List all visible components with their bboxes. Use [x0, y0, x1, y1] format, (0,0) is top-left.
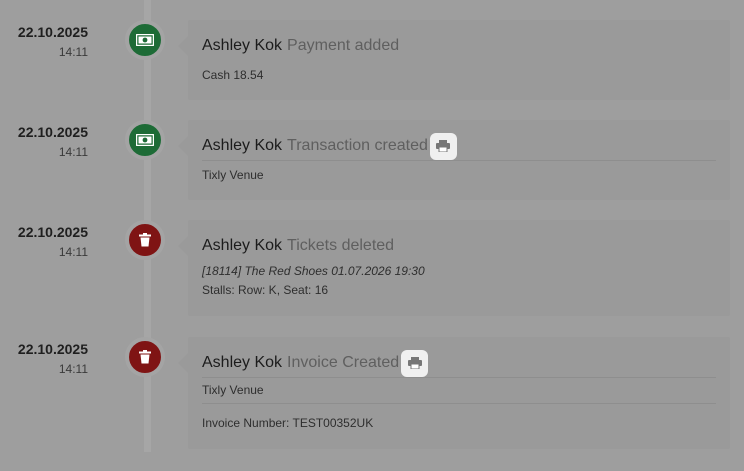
divider	[202, 403, 716, 404]
entry-detail: Tixly Venue	[202, 168, 264, 182]
printer-icon[interactable]	[401, 349, 429, 377]
entry-time: 14:11	[58, 45, 88, 59]
entry-user: Ashley Kok	[202, 137, 283, 154]
entry-action: Payment added	[287, 37, 400, 54]
entry-detail: [18114] The Red Shoes 01.07.2026 19:30	[202, 264, 425, 278]
entry-detail: Cash 18.54	[202, 68, 264, 82]
entry-detail: Stalls: Row: K, Seat: 16	[202, 283, 329, 297]
trash-icon	[125, 337, 165, 377]
entry-time: 14:11	[58, 362, 88, 376]
entry-card: Ashley Kok Transaction created Tixly Ven…	[178, 120, 730, 200]
entry-date: 22.10.2025	[17, 341, 88, 357]
entry-time: 14:11	[58, 145, 88, 159]
entry-action: Tickets deleted	[287, 237, 395, 254]
entry-action: Invoice Created	[287, 354, 400, 371]
printer-icon[interactable]	[429, 132, 457, 160]
entry-date: 22.10.2025	[17, 24, 88, 40]
entry-user: Ashley Kok	[202, 354, 283, 371]
trash-icon	[125, 220, 165, 260]
entry-detail: Tixly Venue	[202, 383, 264, 397]
entry-user: Ashley Kok	[202, 37, 283, 54]
entry-card: Ashley Kok Invoice Created Tixly Venue I…	[178, 337, 730, 449]
divider	[202, 160, 716, 161]
entry-date: 22.10.2025	[17, 224, 88, 240]
banknote-icon	[125, 20, 165, 60]
entry-user: Ashley Kok	[202, 237, 283, 254]
entry-action: Transaction created	[287, 137, 428, 154]
entry-detail: Invoice Number: TEST00352UK	[202, 416, 374, 430]
entry-card: Ashley Kok Payment added Cash 18.54	[178, 20, 730, 100]
divider	[202, 377, 716, 378]
banknote-icon	[125, 120, 165, 160]
entry-card: Ashley Kok Tickets deleted [18114] The R…	[178, 220, 730, 316]
entry-date: 22.10.2025	[17, 124, 88, 140]
entry-time: 14:11	[58, 245, 88, 259]
